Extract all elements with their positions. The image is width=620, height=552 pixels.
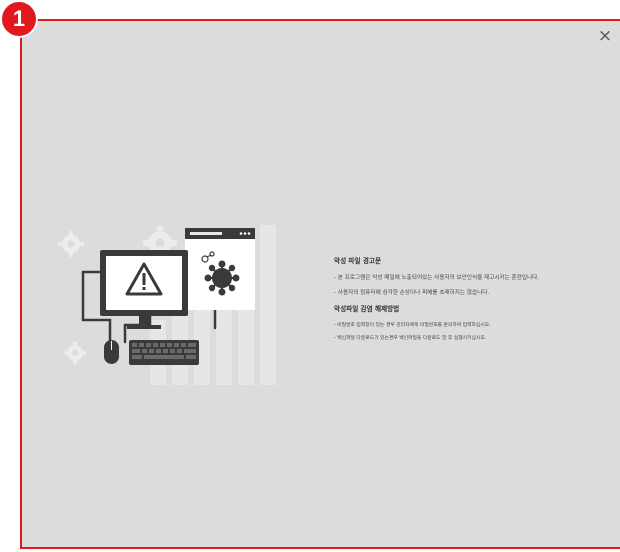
close-button[interactable]: × xyxy=(595,26,615,46)
step-number-badge: 1 xyxy=(0,0,38,38)
gear-icon xyxy=(64,342,86,364)
malware-illustration xyxy=(58,225,276,385)
fix-line: - 백신파일 다운로드가 있는경우 백신파일을 다운로드 한 후 실행시키십시오… xyxy=(334,336,487,341)
fix-line: - 비밀번호 입력창이 있는 경우 관리자에게 비밀번호를 문의하여 입력하십시… xyxy=(334,323,491,328)
notice-title: 악성 파일 경고문 xyxy=(334,257,382,265)
mouse-icon xyxy=(104,340,119,364)
notice-text-area: 악성 파일 경고문 - 본 프로그램은 악성 메일에 노출되어있는 사용자의 보… xyxy=(334,257,604,348)
keyboard-icon xyxy=(129,340,199,365)
gear-icon xyxy=(58,231,84,257)
notice-line: - 사용자의 컴퓨터에 심각한 손상이나 피해를 초래하지는 않습니다. xyxy=(334,290,490,296)
notice-line: - 본 프로그램은 악성 메일에 노출되어있는 사용자의 보안인식을 제고시키는… xyxy=(334,275,540,281)
fix-title: 악성파일 감염 해제방법 xyxy=(334,305,400,313)
